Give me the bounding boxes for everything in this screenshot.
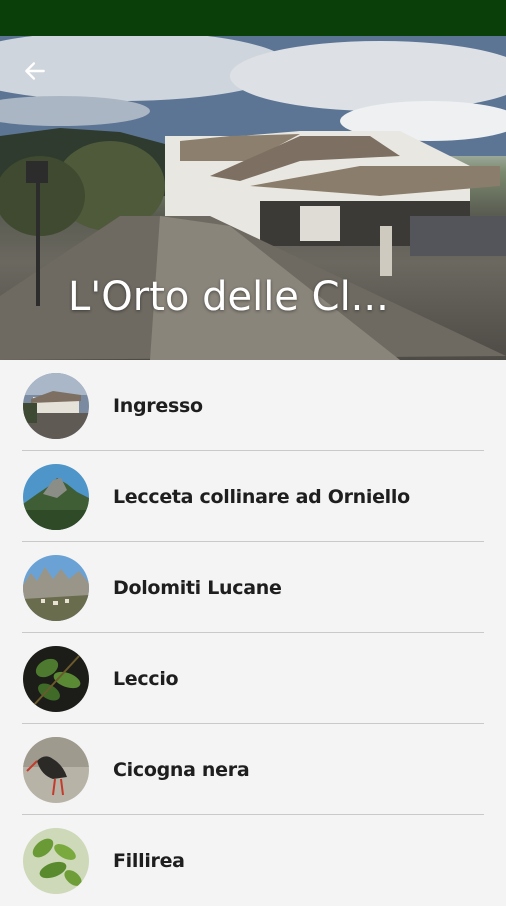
item-label: Lecceta collinare ad Orniello <box>113 485 410 508</box>
item-thumbnail <box>23 645 89 712</box>
leaves-photo <box>23 645 89 712</box>
item-thumbnail <box>23 463 89 530</box>
list-item[interactable]: Lecceta collinare ad Orniello <box>0 451 506 542</box>
status-bar <box>0 0 506 36</box>
hero-image: L'Orto delle Cl... <box>0 36 506 360</box>
item-thumbnail <box>23 554 89 621</box>
mountains-photo <box>23 554 89 621</box>
list-item[interactable]: Fillirea <box>0 815 506 906</box>
item-label: Fillirea <box>113 849 185 872</box>
item-label: Dolomiti Lucane <box>113 576 282 599</box>
item-label: Ingresso <box>113 394 203 417</box>
item-label: Leccio <box>113 667 179 690</box>
building-photo <box>23 372 89 439</box>
shrub-photo <box>23 827 89 894</box>
stork-photo <box>23 736 89 803</box>
item-thumbnail <box>23 372 89 439</box>
list-item[interactable]: Ingresso <box>0 360 506 451</box>
list-item[interactable]: Dolomiti Lucane <box>0 542 506 633</box>
back-button[interactable] <box>22 58 58 94</box>
arrow-left-icon <box>25 62 45 80</box>
item-thumbnail <box>23 827 89 894</box>
list-item[interactable]: Cicogna nera <box>0 724 506 815</box>
item-thumbnail <box>23 736 89 803</box>
list-item[interactable]: Leccio <box>0 633 506 724</box>
poi-list: Ingresso Lecceta collinare ad Orniello D <box>0 360 506 900</box>
page-title: L'Orto delle Cl... <box>68 274 389 320</box>
hill-photo <box>23 463 89 530</box>
item-label: Cicogna nera <box>113 758 250 781</box>
